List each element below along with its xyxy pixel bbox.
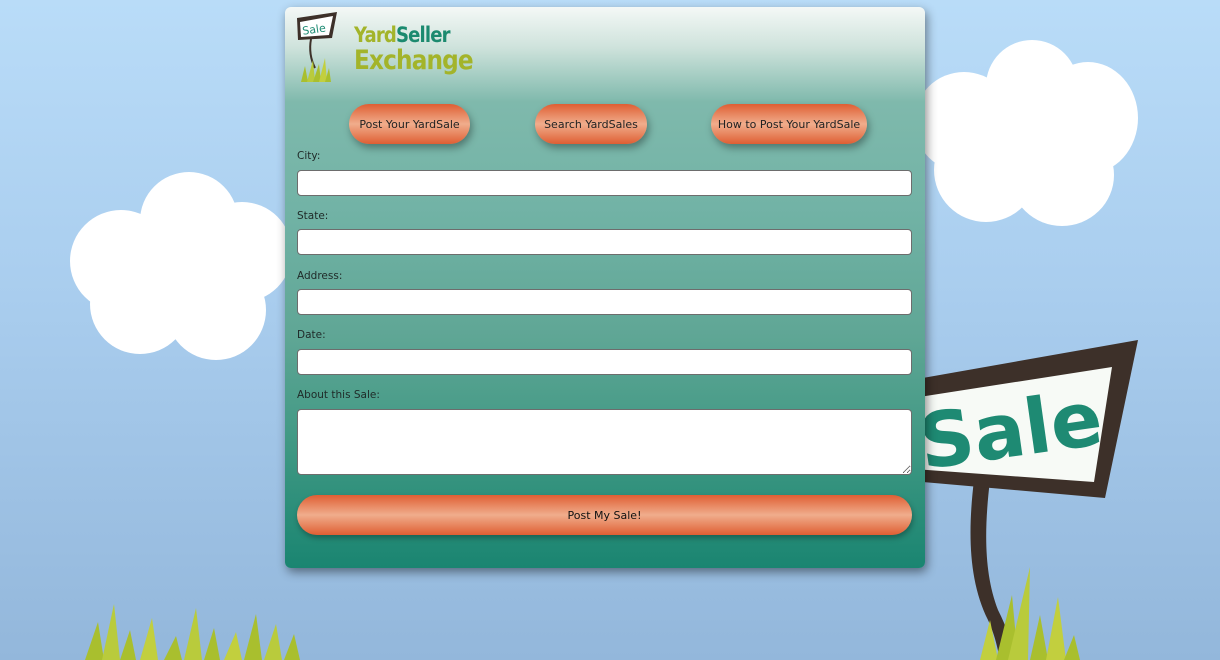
about-sale-textarea[interactable]: [297, 409, 912, 475]
logo-exchange-text: Exchange: [354, 45, 474, 76]
site-logo[interactable]: Sale YardSeller Exchange: [295, 12, 474, 90]
sale-sign-logo-icon: Sale: [297, 12, 337, 82]
grass-right-illustration: [980, 567, 1080, 660]
right-cloud: [914, 38, 1144, 228]
yardsale-post-card: Sale YardSeller Exchange Post Your YardS…: [285, 7, 925, 568]
logo-yard-text: Yard: [354, 23, 397, 47]
state-label: State:: [297, 210, 329, 222]
how-to-post-nav-button[interactable]: How to Post Your YardSale: [711, 104, 867, 144]
about-sale-label: About this Sale:: [297, 389, 380, 401]
date-input[interactable]: [297, 349, 912, 375]
left-cloud: [70, 172, 300, 362]
address-label: Address:: [297, 270, 343, 282]
state-input[interactable]: [297, 229, 912, 255]
city-label: City:: [297, 150, 321, 162]
search-yardsales-nav-button[interactable]: Search YardSales: [535, 104, 647, 144]
date-label: Date:: [297, 329, 326, 341]
logo-name-line1: YardSeller: [354, 25, 473, 46]
post-my-sale-button[interactable]: Post My Sale!: [297, 495, 912, 535]
grass-left-illustration: [85, 604, 300, 660]
address-input[interactable]: [297, 289, 912, 315]
post-yardsale-nav-button[interactable]: Post Your YardSale: [349, 104, 470, 144]
logo-seller-text: Seller: [396, 23, 451, 47]
city-input[interactable]: [297, 170, 912, 196]
